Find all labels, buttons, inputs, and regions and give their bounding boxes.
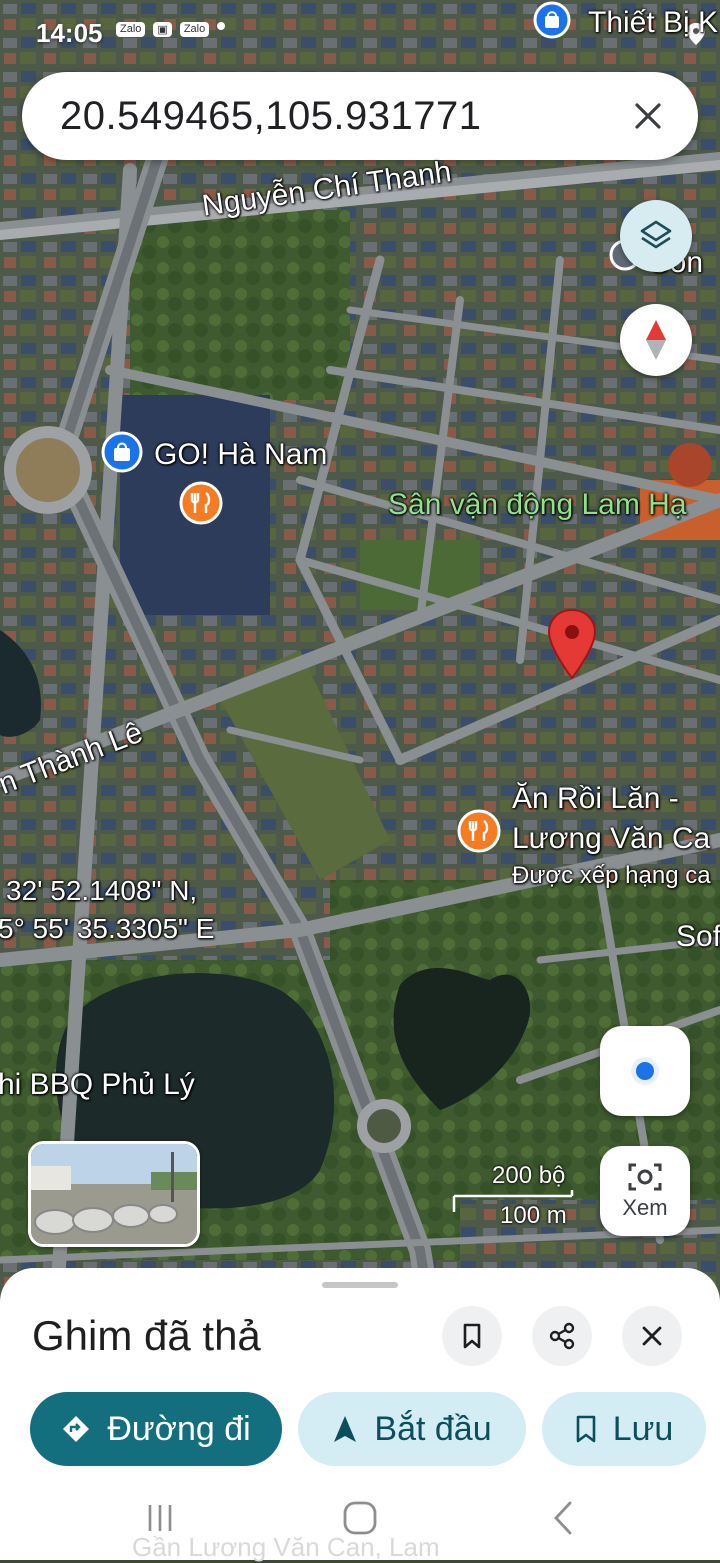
- dropped-pin-icon[interactable]: [546, 608, 598, 680]
- bookmark-icon: [463, 1323, 481, 1349]
- restaurant-icon[interactable]: [456, 808, 502, 854]
- poi-rating-text: Được xếp hạng ca: [512, 862, 711, 889]
- map-scale: 200 bộ 100 m: [452, 1162, 576, 1232]
- close-icon: [642, 1326, 662, 1346]
- zalo-icon: Zalo: [179, 22, 210, 37]
- poi-label-thiet-bi[interactable]: Thiết Bị K: [588, 6, 718, 40]
- search-input[interactable]: 20.549465,105.931771: [60, 94, 618, 139]
- lens-view-button[interactable]: Xem: [600, 1146, 690, 1236]
- bookmark-button[interactable]: [442, 1306, 502, 1366]
- start-label: Bắt đầu: [374, 1409, 492, 1448]
- coordinate-lng: 5° 55' 35.3305" E: [0, 913, 215, 944]
- lens-label: Xem: [622, 1195, 668, 1220]
- shopping-bag-icon[interactable]: [100, 430, 144, 474]
- directions-icon: [63, 1416, 90, 1442]
- directions-label: Đường đi: [107, 1409, 251, 1448]
- close-icon: [635, 103, 661, 129]
- street-view-thumbnail[interactable]: [28, 1141, 200, 1247]
- my-location-icon: [631, 1057, 659, 1085]
- stadium-label[interactable]: Sân vận động Lam Hạ: [388, 488, 687, 522]
- poi-label-an-roi-lan[interactable]: Ăn Rồi Lăn -: [512, 782, 679, 816]
- screenshot-icon: ▣: [153, 22, 172, 37]
- navigation-arrow-icon: [334, 1416, 357, 1442]
- my-location-button[interactable]: [600, 1026, 690, 1116]
- save-label: Lưu: [612, 1409, 674, 1448]
- more-dot-icon: [217, 22, 226, 30]
- start-navigation-button[interactable]: Bắt đầu: [298, 1392, 526, 1466]
- back-icon[interactable]: [550, 1500, 576, 1536]
- status-notification-icons: Zalo ▣ Zalo: [116, 22, 226, 37]
- bookmark-icon: [576, 1415, 596, 1443]
- share-icon: [549, 1322, 575, 1350]
- scale-metric: 100 m: [500, 1202, 567, 1229]
- directions-button[interactable]: Đường đi: [30, 1392, 282, 1466]
- layers-button[interactable]: [620, 200, 692, 272]
- home-icon[interactable]: [342, 1500, 378, 1536]
- compass-icon: [646, 320, 666, 360]
- shopping-bag-icon[interactable]: [532, 0, 572, 40]
- poi-label-sof[interactable]: Sof: [676, 920, 720, 954]
- poi-label-go-ha-nam[interactable]: GO! Hà Nam: [154, 438, 327, 472]
- system-nav-bar: [0, 1488, 720, 1560]
- search-bar[interactable]: 20.549465,105.931771: [22, 72, 698, 160]
- zalo-icon: Zalo: [116, 22, 146, 37]
- status-time: 14:05: [36, 18, 103, 48]
- clear-search-button[interactable]: [618, 86, 678, 146]
- restaurant-icon[interactable]: [178, 480, 224, 526]
- close-sheet-button[interactable]: [622, 1306, 682, 1366]
- compass-button[interactable]: [620, 304, 692, 376]
- poi-label-an-roi-lan-line2[interactable]: Lương Văn Ca: [512, 822, 710, 856]
- coordinate-lat: 32' 52.1408" N,: [6, 875, 198, 906]
- share-button[interactable]: [532, 1306, 592, 1366]
- save-button[interactable]: Lưu: [542, 1392, 706, 1466]
- recent-apps-icon[interactable]: [144, 1502, 176, 1534]
- street-view-image: [31, 1144, 197, 1244]
- sheet-drag-handle[interactable]: [322, 1282, 398, 1288]
- camera-lens-icon: [628, 1163, 662, 1191]
- layers-icon: [640, 220, 672, 249]
- sheet-title: Ghim đã thả: [32, 1312, 261, 1359]
- poi-label-bbq[interactable]: hi BBQ Phủ Lý: [0, 1068, 195, 1102]
